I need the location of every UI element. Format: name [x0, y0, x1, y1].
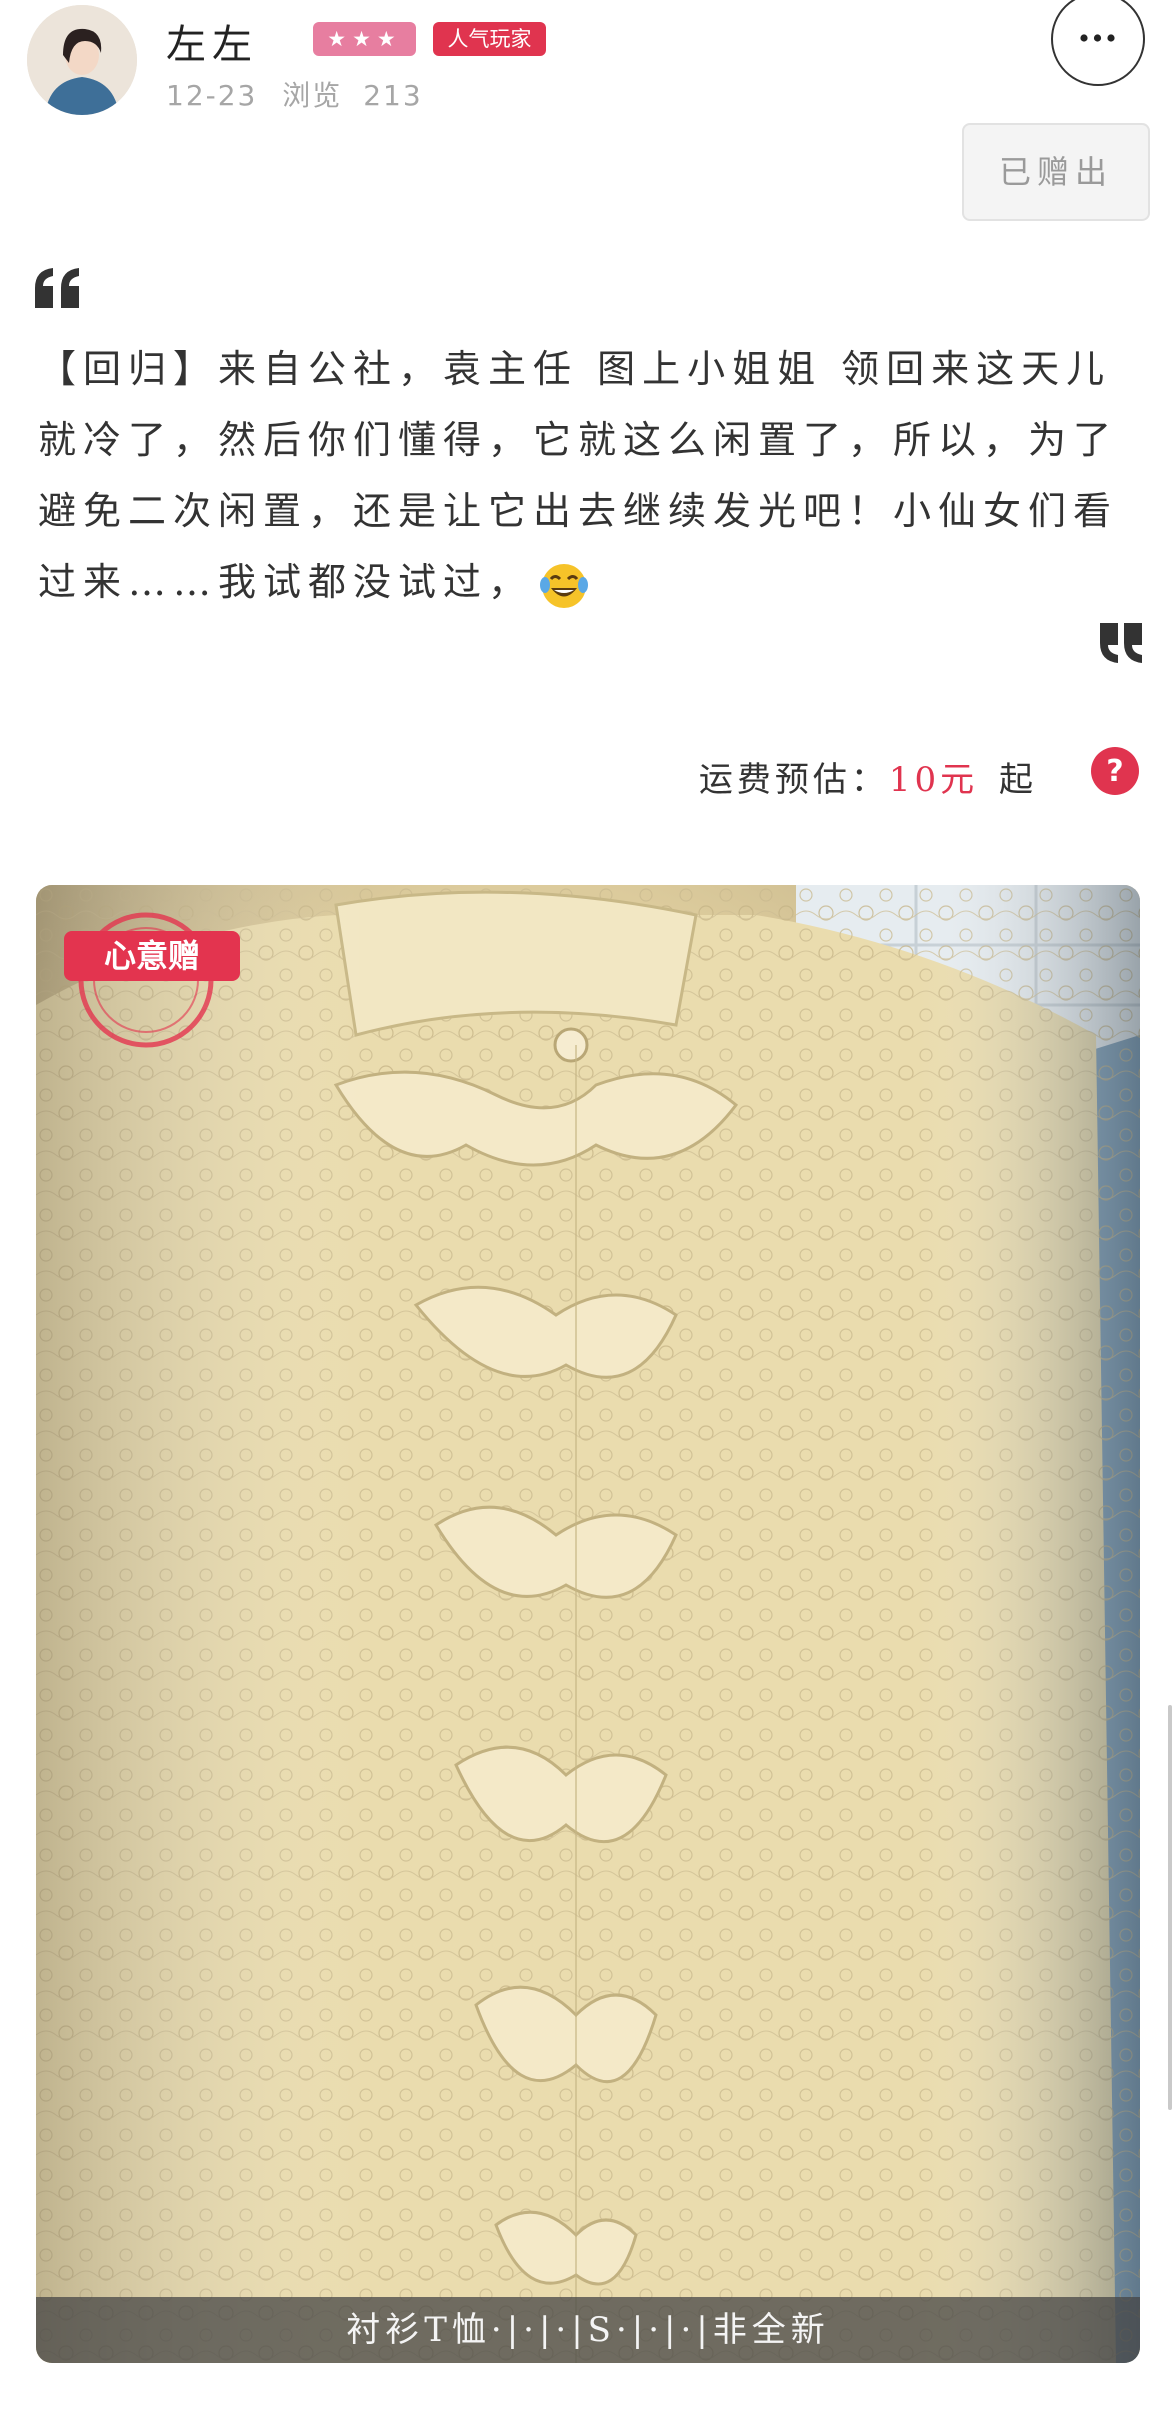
quote-close-icon	[1100, 623, 1142, 663]
help-icon[interactable]: ?	[1090, 746, 1140, 796]
post-meta: 12-23 浏览 213	[166, 74, 423, 114]
star-level-badge: ★★★	[313, 22, 416, 56]
lace-blouse-image	[36, 885, 1140, 2363]
post-date: 12-23	[166, 79, 258, 112]
avatar[interactable]	[27, 5, 137, 115]
views-label: 浏览	[282, 79, 343, 112]
given-status-button[interactable]: 已赠出	[962, 123, 1150, 221]
gift-type-badge: 心意赠	[64, 931, 240, 981]
quote-open-icon	[35, 268, 79, 308]
more-icon	[1080, 34, 1115, 42]
shipping-price: 10元	[888, 760, 979, 800]
popular-player-badge: 人气玩家	[433, 22, 546, 56]
username[interactable]: 左左	[166, 12, 258, 70]
scrollbar[interactable]	[1168, 1705, 1172, 2110]
svg-text:?: ?	[1106, 754, 1123, 789]
shipping-label: 运费预估：	[698, 760, 889, 800]
photo-caption: 衬衫T恤·|·|·|S·|·|·|非全新	[346, 2310, 830, 2350]
post-body: 【回归】来自公社，袁主任 图上小姐姐 领回来这天儿就冷了，然后你们懂得，它就这么…	[38, 334, 1128, 618]
more-button[interactable]	[1051, 0, 1145, 86]
shipping-suffix: 起	[999, 760, 1037, 800]
shipping-estimate: 运费预估：10元 起	[699, 752, 1037, 801]
tears-of-joy-emoji	[540, 563, 589, 608]
item-photo[interactable]: 心意赠 衬衫T恤·|·|·|S·|·|·|非全新	[36, 885, 1140, 2363]
views-count: 213	[363, 79, 423, 112]
